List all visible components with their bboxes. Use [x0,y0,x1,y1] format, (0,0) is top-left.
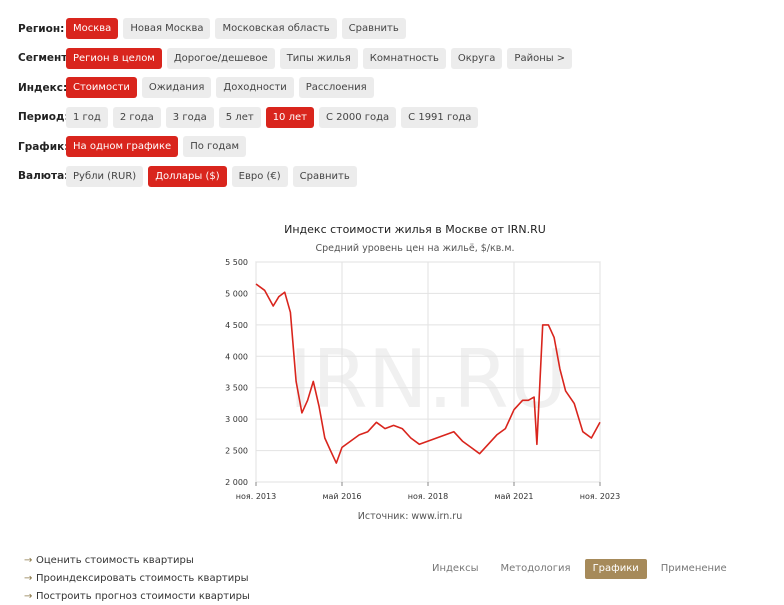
x-tick-label: ноя. 2023 [580,492,620,501]
filter-row: Период: 1 год 2 года 3 года 5 лет 10 лет С 200… [18,103,572,133]
filter-option-button[interactable]: С 1991 года [401,106,479,128]
y-tick-label: 3 000 [225,415,248,424]
filter-options: 1 год 2 года 3 года 5 лет 10 лет С 2000 года С… [66,106,479,128]
y-tick-label: 5 000 [225,289,248,298]
filter-options: Стоимости Ожидания Доходности Расслоения [66,77,374,99]
filter-option-button[interactable]: 5 лет [218,106,261,128]
filter-option-button[interactable]: Доллары ($) [148,165,227,187]
chart-title: Индекс стоимости жилья в Москве от IRN.R… [284,223,546,236]
filter-label: Период: [18,111,69,124]
filter-option-button[interactable]: 1 год [66,106,108,128]
filter-label: Индекс: [18,81,68,94]
filter-label: Валюта: [18,170,69,183]
filter-option-button[interactable]: Комнатность [362,47,446,69]
filter-option-button[interactable]: На одном графике [66,136,179,158]
action-link[interactable]: → Построить прогноз стоимости квартиры [24,587,250,605]
filter-row: Сегмент: Регион в целом Дорогое/дешевое Тип… [18,44,573,74]
filter-option-button[interactable]: 10 лет [265,106,314,128]
filter-option-button[interactable]: Регион в целом [66,47,162,69]
action-link-label: Проиндексировать стоимость квартиры [36,572,249,584]
price-index-chart: Индекс стоимости жилья в Москве от IRN.R… [200,215,620,525]
filter-option-button[interactable]: Сравнить [292,165,357,187]
filter-row: Валюта: Рубли (RUR) Доллары ($) Евро (€) Сра… [18,162,572,192]
chart-subtitle: Средний уровень цен на жильё, $/кв.м. [315,243,514,254]
section-tabs: Индексы Методология Графики Применение [424,559,735,579]
filter-option-button[interactable]: Евро (€) [231,165,288,187]
arrow-right-icon: → [24,554,33,566]
arrow-right-icon: → [24,572,33,584]
filter-option-button[interactable]: Рубли (RUR) [66,165,144,187]
filter-option-button[interactable]: Московская область [215,18,337,40]
x-tick-label: ноя. 2013 [236,492,276,501]
section-tab[interactable]: Графики [584,559,647,579]
filter-option-button[interactable]: Ожидания [141,77,212,99]
filter-option-button[interactable]: Типы жилья [279,47,358,69]
filter-option-button[interactable]: Дорогое/дешевое [166,47,275,69]
action-link-label: Оценить стоимость квартиры [36,554,194,566]
filter-row: График: На одном графике По годам [18,132,572,162]
filter-option-button[interactable]: Сравнить [341,18,406,40]
filter-options: Москва Новая Москва Московская область Срав… [66,18,406,40]
section-tab[interactable]: Методология [493,559,579,579]
filter-label: Сегмент: [18,52,72,65]
filter-options: На одном графике По годам [66,136,246,158]
filter-option-button[interactable]: Округа [450,47,503,69]
filter-option-button[interactable]: Расслоения [298,77,374,99]
filter-row: Индекс: Стоимости Ожидания Доходности Рассло… [18,73,572,103]
y-tick-label: 2 000 [225,478,248,487]
filter-option-button[interactable]: 3 года [165,106,214,128]
filter-option-button[interactable]: Районы > [507,47,573,69]
x-tick-label: май 2021 [494,492,533,501]
action-link[interactable]: → Проиндексировать стоимость квартиры [24,569,250,587]
section-tab[interactable]: Индексы [424,559,487,579]
filter-option-button[interactable]: С 2000 года [318,106,397,128]
filter-options: Рубли (RUR) Доллары ($) Евро (€) Сравнить [66,165,357,187]
x-tick-label: ноя. 2018 [408,492,448,501]
filter-option-button[interactable]: 2 года [112,106,161,128]
filter-row: Регион: Москва Новая Москва Московская обла… [18,14,572,44]
filter-option-button[interactable]: По годам [183,136,246,158]
action-link[interactable]: → Оценить стоимость квартиры [24,551,250,569]
filter-option-button[interactable]: Стоимости [66,77,137,99]
y-tick-label: 3 500 [225,384,248,393]
filter-label: График: [18,140,69,153]
filter-option-button[interactable]: Доходности [216,77,294,99]
y-tick-label: 4 000 [225,352,248,361]
action-links: → Оценить стоимость квартиры → Проиндексиро… [24,551,250,605]
x-tick-label: май 2016 [322,492,361,501]
section-tab[interactable]: Применение [653,559,735,579]
filter-option-button[interactable]: Москва [66,18,119,40]
chart-svg: Индекс стоимости жилья в Москве от IRN.R… [225,223,620,522]
filter-label: Регион: [18,22,65,35]
y-tick-label: 2 500 [225,447,248,456]
y-tick-label: 5 500 [225,258,248,267]
y-tick-label: 4 500 [225,321,248,330]
filter-option-button[interactable]: Новая Москва [123,18,211,40]
filter-options: Регион в целом Дорогое/дешевое Типы жилья К… [66,47,573,69]
filter-panel: Регион: Москва Новая Москва Московская обла… [18,14,573,192]
chart-source: Источник: www.irn.ru [358,511,462,522]
